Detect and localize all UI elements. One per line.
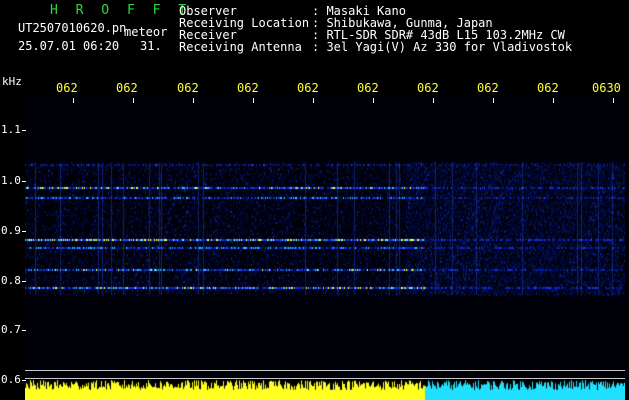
time-tick-marks xyxy=(22,98,625,381)
signal-level-trace xyxy=(25,378,625,400)
hrofft-window: H R O F F T UT2507010620.pn meteor 25.07… xyxy=(0,0,629,400)
